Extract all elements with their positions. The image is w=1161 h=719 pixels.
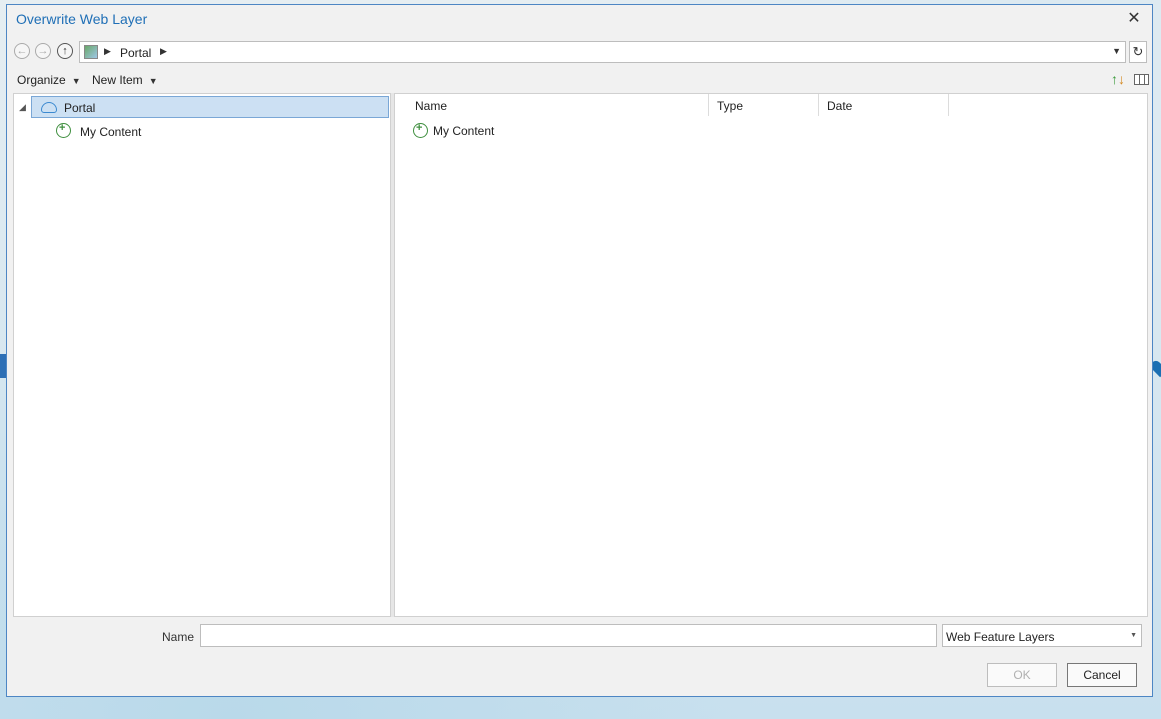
portal-map-icon — [84, 45, 98, 59]
close-icon[interactable]: ✕ — [1124, 9, 1144, 29]
toolbar: Organize ▼ New Item ▼ ↑↓ — [17, 71, 1151, 91]
breadcrumb-arrow-icon[interactable]: ▶ — [160, 46, 167, 57]
name-label: Name — [162, 630, 195, 644]
tree-item-label: Portal — [64, 101, 96, 115]
filter-selected-value: Web Feature Layers — [946, 630, 1055, 644]
new-item-label: New Item — [92, 73, 143, 87]
column-header-date[interactable]: Date — [819, 94, 949, 116]
forward-button[interactable]: → — [35, 43, 51, 59]
address-bar[interactable]: ▶ Portal ▶ ▼ — [79, 41, 1126, 63]
view-layout-icon[interactable] — [1134, 74, 1149, 85]
dialog-title: Overwrite Web Layer — [16, 11, 148, 27]
refresh-button[interactable]: ↻ — [1129, 41, 1147, 63]
column-header-name[interactable]: Name — [407, 94, 709, 116]
list-item-name: My Content — [433, 124, 495, 138]
back-button[interactable]: ← — [14, 43, 30, 59]
item-type-filter-select[interactable]: Web Feature Layers ▼ — [942, 624, 1142, 647]
tree-item-label: My Content — [80, 125, 142, 139]
items-list-pane: Name Type Date My Content — [394, 93, 1148, 617]
organize-label: Organize — [17, 73, 66, 87]
title-bar: Overwrite Web Layer ✕ — [7, 5, 1152, 33]
organize-menu[interactable]: Organize ▼ — [17, 73, 81, 87]
chevron-down-icon: ▼ — [148, 76, 158, 86]
address-dropdown-icon[interactable]: ▼ — [1112, 46, 1121, 56]
my-content-icon — [56, 122, 71, 138]
folder-tree-pane: Portal ◢ My Content — [13, 93, 391, 617]
expand-triangle-icon[interactable]: ◢ — [19, 102, 26, 113]
cloud-icon — [41, 102, 57, 113]
tree-item-my-content[interactable]: My Content — [54, 120, 254, 142]
sort-icon[interactable]: ↑↓ — [1111, 71, 1125, 87]
tree-item-portal[interactable]: Portal — [31, 96, 389, 118]
name-input[interactable] — [200, 624, 937, 647]
breadcrumb-arrow-icon[interactable]: ▶ — [104, 46, 111, 57]
new-item-menu[interactable]: New Item ▼ — [92, 73, 158, 87]
up-button[interactable]: ↑ — [57, 43, 73, 59]
ok-button[interactable]: OK — [987, 663, 1057, 687]
column-header-type[interactable]: Type — [709, 94, 819, 116]
breadcrumb-portal[interactable]: Portal — [120, 46, 151, 60]
list-item[interactable]: My Content — [411, 122, 711, 140]
cancel-button[interactable]: Cancel — [1067, 663, 1137, 687]
chevron-down-icon: ▼ — [1130, 632, 1137, 639]
overwrite-web-layer-dialog: Overwrite Web Layer ✕ ← → ↑ ▶ Portal ▶ ▼… — [6, 4, 1153, 697]
my-content-icon — [413, 122, 428, 138]
chevron-down-icon: ▼ — [71, 76, 81, 86]
